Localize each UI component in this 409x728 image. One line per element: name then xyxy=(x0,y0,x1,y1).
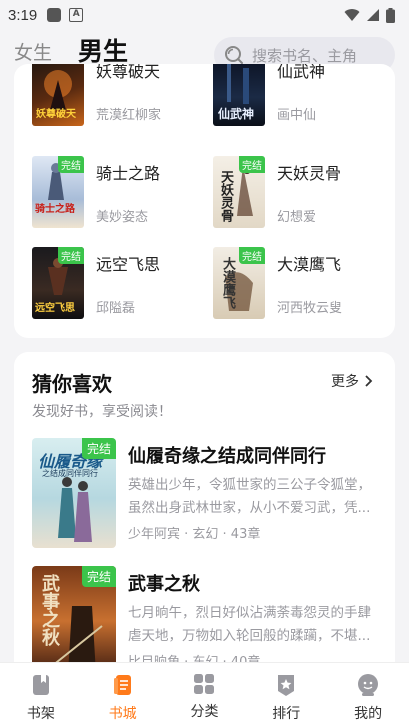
nav-item-category[interactable]: 分类 xyxy=(164,663,246,728)
book-cover: 天妖灵骨 完结 xyxy=(213,156,265,228)
book-author: 河西牧云叟 xyxy=(277,301,343,316)
nav-label: 排行 xyxy=(272,706,301,722)
battery-icon xyxy=(386,7,395,23)
search-icon xyxy=(225,46,243,64)
category-icon xyxy=(194,674,215,694)
book-cover: 仙武神 xyxy=(213,64,265,126)
bottom-nav: 书架 书城 分类 排行 我的 xyxy=(0,662,409,728)
app-notification-icon: A xyxy=(69,8,84,22)
recommend-card: 猜你喜欢 发现好书，享受阅读！ 更多 仙履奇缘 之结成同伴同行 完结 仙履奇缘之… xyxy=(14,352,395,682)
book-meta: 少年阿宾 · 玄幻 · 43章 xyxy=(128,527,261,542)
nav-item-ranking[interactable]: 排行 xyxy=(245,663,327,728)
tab-female[interactable]: 女生 xyxy=(14,38,52,65)
grid-book-item[interactable]: 大漠鹰飞 完结 大漠鹰飞 河西牧云叟 xyxy=(213,247,393,331)
book-cover: 仙履奇缘 之结成同伴同行 完结 xyxy=(32,438,116,548)
cover-title: 骑士之路 xyxy=(35,204,75,215)
grid-book-item[interactable]: 天妖灵骨 完结 天妖灵骨 幻想爱 xyxy=(213,156,393,240)
book-cover: 妖尊破天 xyxy=(32,64,84,126)
cover-title: 仙武神 xyxy=(218,107,255,121)
book-description: 英雄出少年，令狐世家的三公子令狐堂，虽然出身武林世家，从小不爱习武，凭... xyxy=(128,477,371,516)
more-link[interactable]: 更多 xyxy=(331,371,373,391)
recommend-book-item[interactable]: 仙履奇缘 之结成同伴同行 完结 仙履奇缘之结成同伴同行 英雄出少年，令狐世家的三… xyxy=(32,438,382,554)
signal-icon xyxy=(367,9,379,21)
notification-icon xyxy=(47,8,62,22)
nav-label: 书架 xyxy=(26,706,55,722)
section-subtitle: 发现好书，享受阅读！ xyxy=(32,404,172,420)
grid-book-item[interactable]: 妖尊破天 妖尊破天 荒漠红柳家 xyxy=(32,64,212,138)
grid-book-item[interactable]: 远空飞思 完结 远空飞思 邱隘磊 xyxy=(32,247,212,331)
cover-title: 妖尊破天 xyxy=(36,109,76,120)
book-title: 远空飞思 xyxy=(96,255,161,274)
book-title: 天妖灵骨 xyxy=(277,164,342,183)
status-badge: 完结 xyxy=(81,438,116,459)
book-title: 仙武神 xyxy=(277,64,326,81)
search-placeholder: 搜索书名、主角 xyxy=(252,46,358,65)
book-author: 幻想爱 xyxy=(277,210,317,225)
cover-title: 远空飞思 xyxy=(35,303,75,314)
book-description: 七月晌午，烈日好似沾满荼毒怨灵的手肆虐天地，万物如入轮回般的蹂躏，不堪... xyxy=(128,605,371,644)
status-badge: 完结 xyxy=(239,156,265,173)
cover-subtitle: 之结成同伴同行 xyxy=(42,469,98,478)
chevron-right-icon xyxy=(365,375,373,387)
book-author: 画中仙 xyxy=(277,108,317,123)
nav-item-bookshelf[interactable]: 书架 xyxy=(0,663,82,728)
bookshelf-icon xyxy=(32,675,49,695)
grid-book-item[interactable]: 仙武神 仙武神 画中仙 xyxy=(213,64,393,138)
tab-male[interactable]: 男生 xyxy=(78,32,128,68)
book-author: 邱隘磊 xyxy=(96,301,136,316)
book-title: 武事之秋 xyxy=(128,574,200,595)
book-cover: 大漠鹰飞 完结 xyxy=(213,247,265,319)
grid-book-item[interactable]: 骑士之路 完结 骑士之路 美妙姿态 xyxy=(32,156,212,240)
book-title: 妖尊破天 xyxy=(96,64,161,81)
nav-label: 书城 xyxy=(108,706,137,722)
status-time: 3:19 xyxy=(8,6,38,24)
book-title: 大漠鹰飞 xyxy=(277,255,342,274)
profile-icon xyxy=(358,674,379,696)
ranking-icon xyxy=(278,675,295,696)
status-badge: 完结 xyxy=(81,566,116,587)
book-cover: 武事之秋 完结 xyxy=(32,566,116,676)
status-badge: 完结 xyxy=(239,247,265,264)
book-title: 仙履奇缘之结成同伴同行 xyxy=(128,446,326,467)
status-bar: 3:19 A xyxy=(0,0,409,30)
book-author: 美妙姿态 xyxy=(96,210,149,225)
status-badge: 完结 xyxy=(58,156,84,173)
book-author: 荒漠红柳家 xyxy=(96,108,162,123)
section-title: 猜你喜欢 xyxy=(32,372,112,396)
book-title: 骑士之路 xyxy=(96,164,161,183)
bookstore-icon xyxy=(113,675,131,695)
nav-label: 我的 xyxy=(354,706,383,722)
more-label: 更多 xyxy=(331,374,359,390)
cover-title: 武事之秋 xyxy=(39,574,60,646)
cover-title: 大漠鹰飞 xyxy=(220,257,235,309)
nav-item-profile[interactable]: 我的 xyxy=(327,663,409,728)
book-cover: 骑士之路 完结 xyxy=(32,156,84,228)
book-grid-card: 妖尊破天 妖尊破天 荒漠红柳家 仙武神 仙武神 画中仙 骑士之路 完结 骑士之路… xyxy=(14,64,395,338)
nav-item-bookstore[interactable]: 书城 xyxy=(82,663,164,728)
status-badge: 完结 xyxy=(58,247,84,264)
wifi-icon xyxy=(344,9,360,21)
nav-label: 分类 xyxy=(190,704,219,720)
book-cover: 远空飞思 完结 xyxy=(32,247,84,319)
cover-title: 天妖灵骨 xyxy=(218,170,233,222)
